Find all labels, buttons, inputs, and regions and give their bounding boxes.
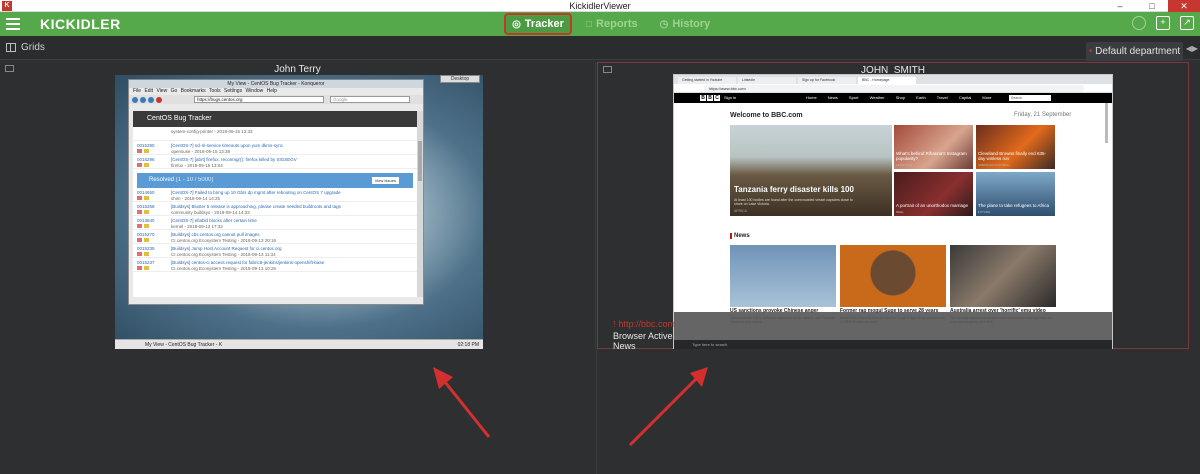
activity-status: Browser Active News xyxy=(613,331,673,351)
empty-grid-area xyxy=(0,349,1200,474)
windows-taskbar: Type here to search xyxy=(674,340,1112,349)
list-item: 0015268 [Buildsys] Bluster 5 release is a… xyxy=(133,202,417,216)
list-item: 0014650 [CentOS-7] Failed to bring up 10 … xyxy=(133,188,417,202)
konqueror-window: My View - CentOS Bug Tracker - Konqueror… xyxy=(128,79,424,305)
screen-preview[interactable]: Desktop My View - CentOS Bug Tracker - K… xyxy=(115,75,483,349)
tab-tracker[interactable]: ◎ Tracker xyxy=(504,13,572,35)
grids-label: Grids xyxy=(21,42,45,53)
close-button[interactable]: ✕ xyxy=(1168,0,1200,12)
stop-icon xyxy=(156,96,162,103)
list-item: system-config-printer - 2018-09-15 13:33 xyxy=(133,127,417,141)
tab-scroll-arrows-icon[interactable]: ◀▶ xyxy=(1186,44,1198,53)
employee-panel-john-terry[interactable]: John Terry Desktop My View - CentOS Bug … xyxy=(0,62,596,349)
desktop-button: Desktop xyxy=(440,75,480,83)
add-window-icon[interactable]: + xyxy=(1156,16,1170,30)
link-icon: ! xyxy=(613,319,616,329)
grids-menu[interactable]: Grids xyxy=(6,42,45,53)
bbc-search: Search xyxy=(1009,95,1051,101)
forward-icon xyxy=(140,96,146,103)
bbc-welcome: Welcome to BBC.com xyxy=(730,112,803,119)
chrome-tab: Linkedin xyxy=(738,77,796,84)
screen-preview[interactable]: Getting started in Youtube Linkedin Sign… xyxy=(673,74,1113,350)
scrollbar xyxy=(1105,103,1108,143)
tab-history-label: History xyxy=(672,18,711,30)
chrome-url: https://www.bbc.com xyxy=(704,85,1084,92)
eye-icon: ◎ xyxy=(512,18,521,30)
active-url[interactable]: ! http://bbc.com xyxy=(613,319,675,329)
tab-reports-label: Reports xyxy=(596,18,638,30)
bbc-news-card: US sanctions provoke Chinese anger China… xyxy=(730,245,836,324)
taskbar-task: My View - CentOS Bug Tracker - K xyxy=(145,342,223,348)
fullscreen-icon[interactable]: ↗ xyxy=(1180,16,1194,30)
tab-tracker-label: Tracker xyxy=(524,18,564,30)
kickidler-logo: KICKIDLER xyxy=(40,16,121,32)
window-title: KickidlerViewer xyxy=(569,1,631,11)
main-toolbar: KICKIDLER ◎ Tracker □ Reports ◷ History … xyxy=(0,12,1200,36)
konqueror-search: Google xyxy=(330,96,410,103)
scrollbar xyxy=(417,111,423,297)
list-item: 0015296 [CentOS-7] [abrt] firefox: reconm… xyxy=(133,155,417,169)
maximize-button[interactable]: □ xyxy=(1136,0,1168,12)
chrome-tab: BBC - Homepage xyxy=(858,77,916,84)
menu-icon[interactable] xyxy=(6,18,20,30)
bbc-signin: Sign in xyxy=(724,95,737,100)
bbc-tile: Cleveland Browns finally end 635-day win… xyxy=(976,125,1055,169)
resolved-section-header: Resolved (1 - 10 / 5000) View Issues xyxy=(137,173,413,188)
list-item: 0015270 [Buildsys] cbs.centos.org cannot … xyxy=(133,230,417,244)
bbc-tile: The plane to take refugees to Africa FUTU… xyxy=(976,172,1055,216)
list-item: 0015237 [Buildsys] centos-ci access reque… xyxy=(133,258,417,272)
employee-panel-john-smith[interactable]: JOHN_SMITH Getting started in Youtube Li… xyxy=(597,62,1189,351)
clock-icon: ◷ xyxy=(659,18,669,30)
taskbar-clock: 02:18 PM xyxy=(457,342,479,348)
bbc-date: Friday, 21 September xyxy=(1014,112,1072,118)
bbc-logo: BBC xyxy=(700,95,720,101)
red-arrow-icon xyxy=(433,367,491,438)
red-arrow-icon xyxy=(628,367,708,447)
grid-icon xyxy=(6,43,16,52)
bbc-links: Home News Sport Weather Shop Earth Trave… xyxy=(806,95,992,100)
konqueror-toolbar: https://bugs.centos.org Google xyxy=(129,95,423,104)
bbc-tile: A portrait of an unorthodox marriage REEL xyxy=(894,172,973,216)
bbc-news-card: Australia arrest over 'horrific' emu vid… xyxy=(950,245,1056,324)
minimize-button[interactable]: – xyxy=(1104,0,1136,12)
back-icon xyxy=(132,96,138,103)
list-item: 0015290 [CentOS-7] scl-nl-service timeout… xyxy=(133,141,417,155)
kde-taskbar: My View - CentOS Bug Tracker - K 02:18 P… xyxy=(115,339,483,349)
list-item: 0013840 [CentOS-7] efiabld blocks after c… xyxy=(133,216,417,230)
grids-bar: Grids xyxy=(0,36,1200,60)
bbc-tile: What's behind Rihanna's Instagram popula… xyxy=(894,125,973,169)
konqueror-title: My View - CentOS Bug Tracker - Konqueror xyxy=(129,80,423,88)
tab-reports[interactable]: □ Reports xyxy=(578,13,646,35)
bbc-news-header: News xyxy=(730,233,750,239)
bbc-news-card: Former rap mogul Suge to serve 28 years … xyxy=(840,245,946,324)
bug-tracker-page: CentOS Bug Tracker system-config-printer… xyxy=(133,111,417,297)
up-icon xyxy=(148,96,154,103)
bbc-nav: BBC Sign in Home News Sport Weather Shop… xyxy=(674,93,1112,103)
list-item: 0015235 [Buildsys] Jump Host Account Requ… xyxy=(133,244,417,258)
refresh-icon[interactable] xyxy=(1132,16,1146,30)
konqueror-menu: File Edit View Go Bookmarks Tools Settin… xyxy=(133,88,277,94)
chrome-tabs: Getting started in Youtube Linkedin Sign… xyxy=(674,75,1112,84)
konqueror-url: https://bugs.centos.org xyxy=(194,96,324,103)
chrome-tab: Getting started in Youtube xyxy=(678,77,736,84)
department-label: Default department xyxy=(1095,46,1181,57)
bbc-hero-story: Tanzania ferry disaster kills 100 At lea… xyxy=(730,125,892,216)
tab-history[interactable]: ◷ History xyxy=(652,13,719,35)
chrome-address-bar: https://www.bbc.com xyxy=(674,84,1112,93)
title-bar: K KickidlerViewer – □ ✕ xyxy=(0,0,1200,12)
department-tab[interactable]: • Default department xyxy=(1086,42,1183,61)
employee-name: John Terry xyxy=(274,64,321,75)
bug-tracker-header: CentOS Bug Tracker xyxy=(133,111,417,127)
document-icon: □ xyxy=(586,18,593,30)
chrome-tab: Sign up for Facebook xyxy=(798,77,856,84)
department-dot-icon: • xyxy=(1088,46,1093,57)
